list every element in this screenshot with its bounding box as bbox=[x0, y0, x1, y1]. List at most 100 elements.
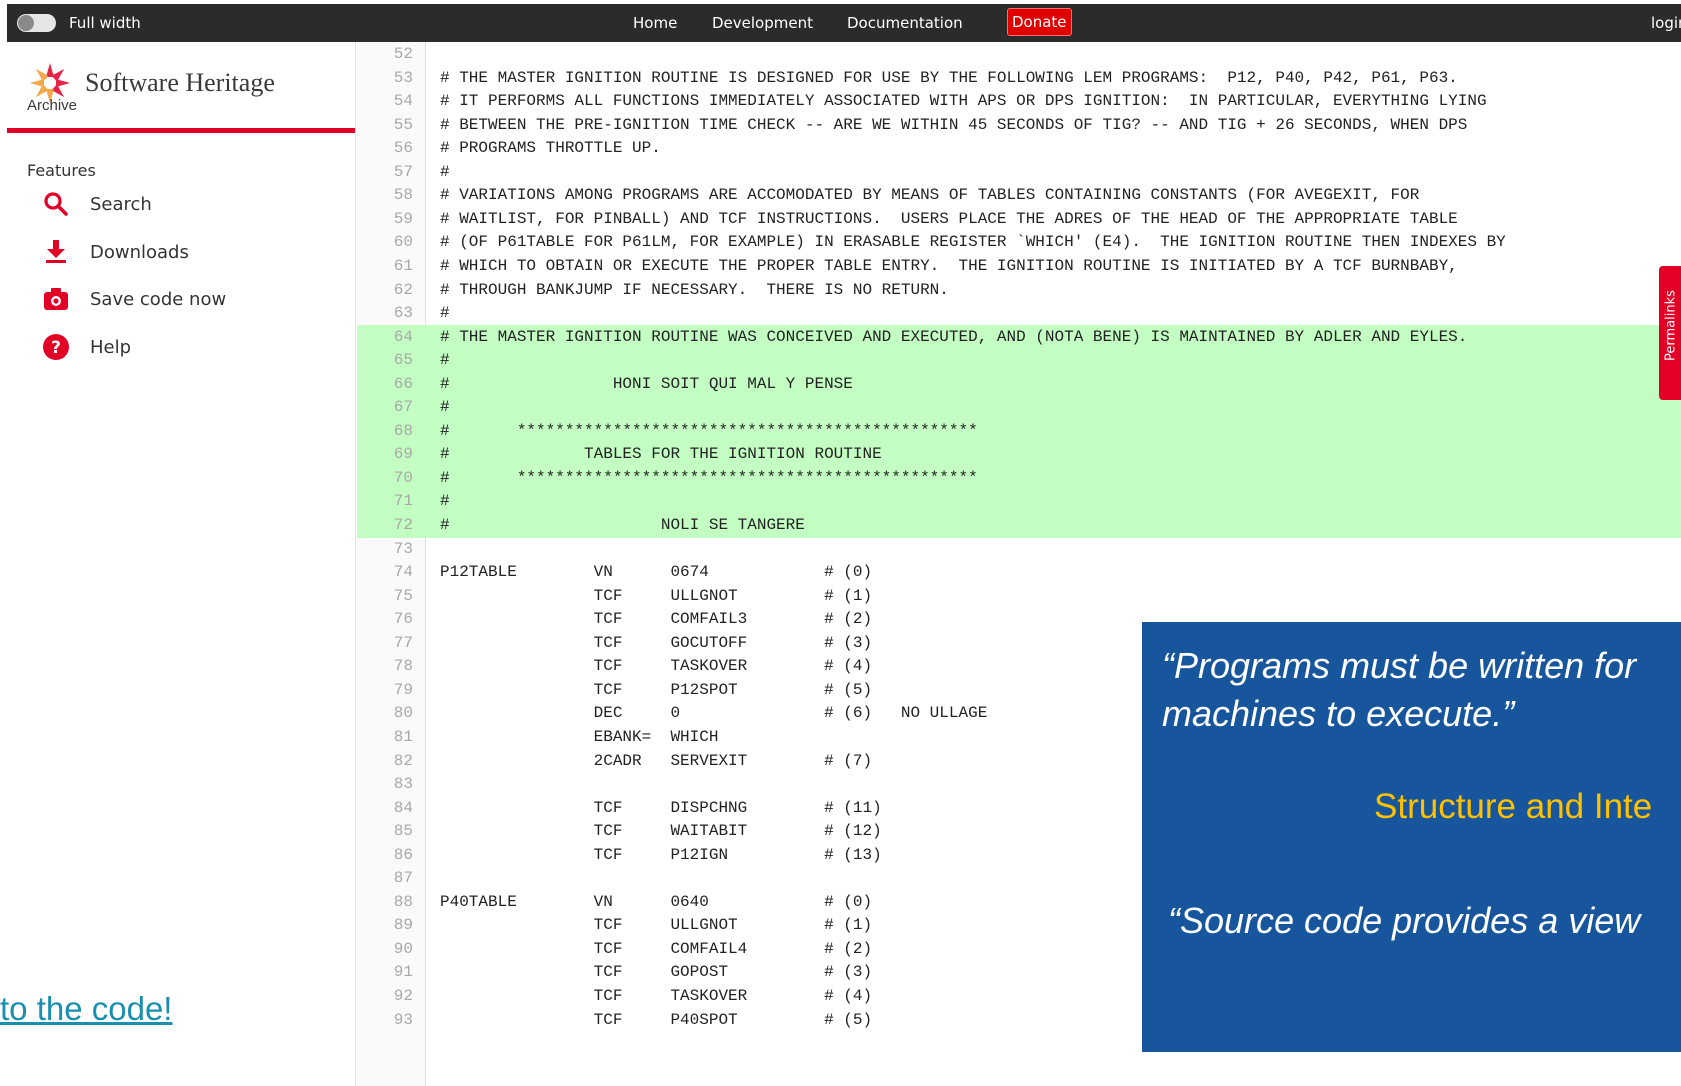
line-number[interactable]: 88 bbox=[357, 893, 413, 911]
line-number[interactable]: 52 bbox=[357, 45, 413, 63]
code-text: # **************************************… bbox=[440, 421, 978, 440]
line-number[interactable]: 71 bbox=[357, 492, 413, 510]
line-number[interactable]: 65 bbox=[357, 351, 413, 369]
code-line: 73 bbox=[357, 537, 1681, 562]
line-number[interactable]: 78 bbox=[357, 657, 413, 675]
code-text: # bbox=[440, 162, 450, 181]
line-number[interactable]: 60 bbox=[357, 233, 413, 251]
brand-title[interactable]: Software Heritage bbox=[85, 68, 275, 98]
sidebar-item-label: Search bbox=[90, 194, 152, 215]
code-text: # NOLI SE TANGERE bbox=[440, 516, 805, 534]
top-navbar: Full width Home Development Documentatio… bbox=[7, 4, 1681, 42]
line-number[interactable]: 68 bbox=[357, 422, 413, 440]
line-number[interactable]: 66 bbox=[357, 375, 413, 393]
quote-text: “Programs must be written for machines t… bbox=[1162, 642, 1636, 738]
code-line: 71 # bbox=[357, 489, 1681, 515]
code-text: # bbox=[440, 304, 450, 323]
line-number[interactable]: 55 bbox=[357, 116, 413, 134]
code-text: TCF COMFAIL3 # (2) bbox=[440, 610, 873, 629]
code-text: # TABLES FOR THE IGNITION ROUTINE bbox=[440, 445, 882, 464]
code-text: TCF GOCUTOFF # (3) bbox=[440, 633, 873, 652]
full-width-toggle[interactable] bbox=[17, 14, 56, 32]
permalinks-tab[interactable]: Permalinks bbox=[1659, 266, 1681, 400]
line-number[interactable]: 54 bbox=[357, 92, 413, 110]
line-number[interactable]: 84 bbox=[357, 799, 413, 817]
line-number[interactable]: 93 bbox=[357, 1011, 413, 1029]
code-text: TCF DISPCHNG # (11) bbox=[440, 798, 882, 817]
line-number[interactable]: 53 bbox=[357, 69, 413, 87]
code-line: 69 # TABLES FOR THE IGNITION ROUTINE bbox=[357, 442, 1681, 468]
line-number[interactable]: 59 bbox=[357, 210, 413, 228]
line-number[interactable]: 75 bbox=[357, 587, 413, 605]
code-line: 59 # WAITLIST, FOR PINBALL) AND TCF INSTR… bbox=[357, 207, 1681, 232]
code-line: 53 # THE MASTER IGNITION ROUTINE IS DESIG… bbox=[357, 66, 1681, 91]
brand-subtitle: Archive bbox=[27, 97, 78, 114]
line-number[interactable]: 57 bbox=[357, 163, 413, 181]
line-number[interactable]: 58 bbox=[357, 186, 413, 204]
line-number[interactable]: 83 bbox=[357, 775, 413, 793]
features-heading: Features bbox=[27, 161, 96, 180]
line-number[interactable]: 63 bbox=[357, 304, 413, 322]
permalinks-label: Permalinks bbox=[1663, 290, 1679, 361]
code-text: TCF ULLGNOT # (1) bbox=[440, 586, 873, 605]
code-text: # (OF P61TABLE FOR P61LM, FOR EXAMPLE) I… bbox=[440, 233, 1506, 252]
full-width-label: Full width bbox=[69, 14, 141, 32]
line-number[interactable]: 90 bbox=[357, 940, 413, 958]
line-number[interactable]: 91 bbox=[357, 963, 413, 981]
code-line: 60 # (OF P61TABLE FOR P61LM, FOR EXAMPLE)… bbox=[357, 230, 1681, 255]
camera-icon bbox=[44, 288, 68, 310]
donate-button[interactable]: Donate bbox=[1007, 8, 1072, 36]
code-text: # THE MASTER IGNITION ROUTINE IS DESIGNE… bbox=[440, 68, 1458, 87]
code-line: 62 # THROUGH BANKJUMP IF NECESSARY. THERE… bbox=[357, 278, 1681, 303]
nav-documentation-link[interactable]: Documentation bbox=[847, 14, 963, 32]
line-number[interactable]: 79 bbox=[357, 681, 413, 699]
help-icon: ? bbox=[43, 334, 69, 360]
line-number[interactable]: 77 bbox=[357, 634, 413, 652]
code-line: 61 # WHICH TO OBTAIN OR EXECUTE THE PROPE… bbox=[357, 254, 1681, 279]
sidebar-item-label: Help bbox=[90, 337, 132, 358]
slide-link-to-code[interactable]: to the code! bbox=[0, 990, 172, 1028]
code-text: TCF WAITABIT # (12) bbox=[440, 822, 882, 841]
line-number[interactable]: 82 bbox=[357, 752, 413, 770]
code-line: 54 # IT PERFORMS ALL FUNCTIONS IMMEDIATEL… bbox=[357, 89, 1681, 114]
code-line: 55 # BETWEEN THE PRE-IGNITION TIME CHECK … bbox=[357, 113, 1681, 138]
code-line: 67 # bbox=[357, 395, 1681, 421]
line-number[interactable]: 76 bbox=[357, 610, 413, 628]
line-number[interactable]: 89 bbox=[357, 916, 413, 934]
line-number[interactable]: 86 bbox=[357, 846, 413, 864]
code-text: DEC 0 # (6) NO ULLAGE bbox=[440, 704, 988, 723]
code-line: 57 # bbox=[357, 160, 1681, 185]
line-number[interactable]: 92 bbox=[357, 987, 413, 1005]
code-text: TCF P40SPOT # (5) bbox=[440, 1010, 873, 1029]
code-text: # THE MASTER IGNITION ROUTINE WAS CONCEI… bbox=[440, 327, 1468, 346]
nav-home-link[interactable]: Home bbox=[633, 14, 677, 32]
code-line: 70 # ************************************… bbox=[357, 465, 1681, 491]
line-number[interactable]: 81 bbox=[357, 728, 413, 746]
code-line: 56 # PROGRAMS THROTTLE UP. bbox=[357, 136, 1681, 161]
line-number[interactable]: 74 bbox=[357, 563, 413, 581]
code-text: # HONI SOIT QUI MAL Y PENSE bbox=[440, 374, 853, 393]
line-number[interactable]: 64 bbox=[357, 328, 413, 346]
search-icon bbox=[44, 192, 68, 216]
nav-development-link[interactable]: Development bbox=[712, 14, 813, 32]
code-line: 52 bbox=[357, 42, 1681, 67]
code-text: # PROGRAMS THROTTLE UP. bbox=[440, 139, 661, 158]
line-number[interactable]: 80 bbox=[357, 704, 413, 722]
code-text: 2CADR SERVEXIT # (7) bbox=[440, 751, 873, 770]
line-number[interactable]: 73 bbox=[357, 540, 413, 558]
line-number[interactable]: 67 bbox=[357, 398, 413, 416]
toggle-knob bbox=[18, 15, 34, 31]
line-number[interactable]: 61 bbox=[357, 257, 413, 275]
line-number[interactable]: 85 bbox=[357, 822, 413, 840]
line-number[interactable]: 70 bbox=[357, 469, 413, 487]
code-text: TCF P12SPOT # (5) bbox=[440, 680, 873, 699]
code-text: # WHICH TO OBTAIN OR EXECUTE THE PROPER … bbox=[440, 256, 1458, 275]
line-number[interactable]: 72 bbox=[357, 516, 413, 534]
line-number[interactable]: 87 bbox=[357, 869, 413, 887]
line-number[interactable]: 69 bbox=[357, 445, 413, 463]
code-text: TCF TASKOVER # (4) bbox=[440, 987, 873, 1005]
login-link[interactable]: login bbox=[1651, 14, 1681, 32]
code-text: EBANK= WHICH bbox=[440, 727, 719, 746]
line-number[interactable]: 62 bbox=[357, 281, 413, 299]
line-number[interactable]: 56 bbox=[357, 139, 413, 157]
